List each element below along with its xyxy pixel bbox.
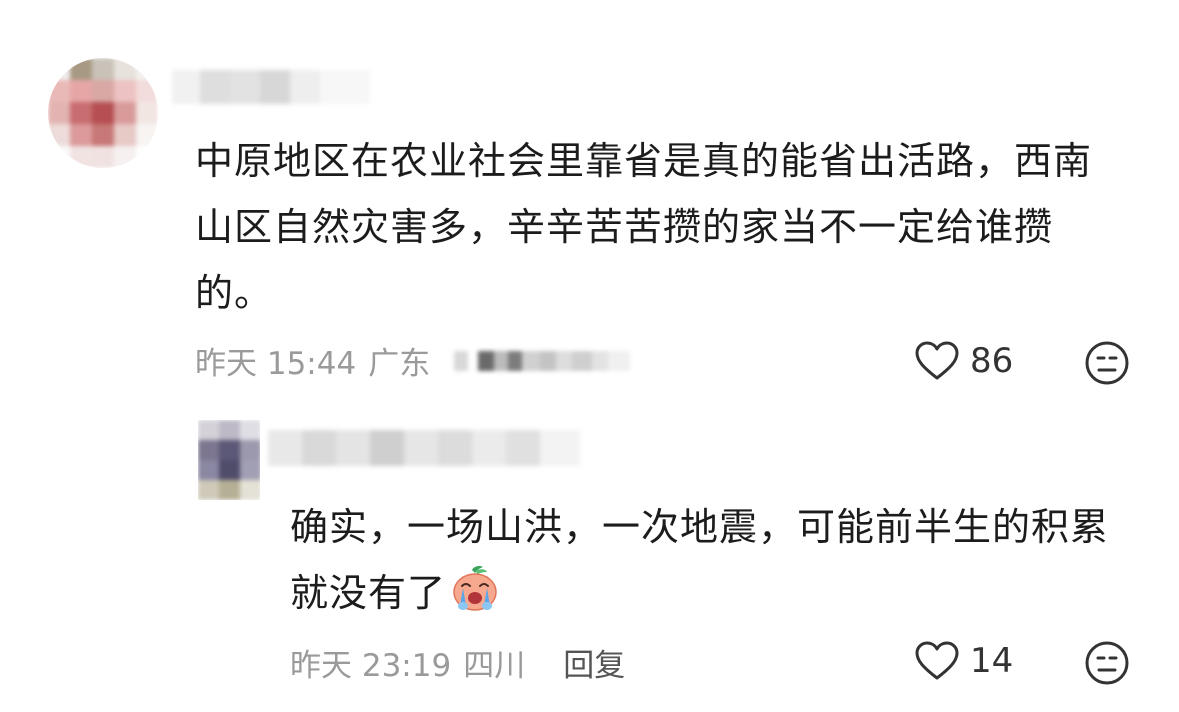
comment-time: 昨天 15:44 — [195, 346, 357, 382]
dislike-button[interactable] — [1084, 640, 1130, 686]
reply-meta: 昨天 23:19 四川 回复 — [290, 640, 625, 685]
crying-peach-emoji — [450, 564, 500, 614]
comment-location: 广东 — [368, 346, 431, 382]
reply-text: 确实，一场山洪，一次地震，可能前半生的积累就没有了 — [290, 494, 1130, 626]
avatar-pixelated — [48, 58, 158, 168]
reply-avatar[interactable] — [198, 420, 260, 500]
username-blurred[interactable] — [172, 70, 370, 104]
reply-username-blurred[interactable] — [268, 430, 580, 466]
meta-blurred — [454, 350, 631, 371]
like-button[interactable]: 86 — [914, 340, 1013, 382]
reply-time: 昨天 23:19 — [290, 648, 452, 684]
comment-meta: 昨天 15:44 广东 — [195, 338, 631, 383]
dislike-button[interactable] — [1084, 340, 1130, 386]
avatar-pixelated — [198, 420, 260, 500]
unhappy-face-icon — [1085, 641, 1129, 685]
like-count: 86 — [970, 341, 1014, 381]
reply-location: 四川 — [463, 648, 526, 684]
avatar[interactable] — [48, 58, 158, 168]
comment-text: 中原地区在农业社会里靠省是真的能省出活路，西南山区自然灾害多，辛辛苦苦攒的家当不… — [195, 139, 1093, 315]
heart-outline-icon — [915, 641, 959, 680]
reply-button[interactable]: 回复 — [563, 640, 625, 685]
like-button[interactable]: 14 — [914, 640, 1013, 682]
like-count: 14 — [970, 641, 1014, 681]
unhappy-face-icon — [1085, 341, 1129, 385]
heart-outline-icon — [915, 341, 959, 380]
reply-text-content: 确实，一场山洪，一次地震，可能前半生的积累就没有了 — [290, 505, 1110, 615]
